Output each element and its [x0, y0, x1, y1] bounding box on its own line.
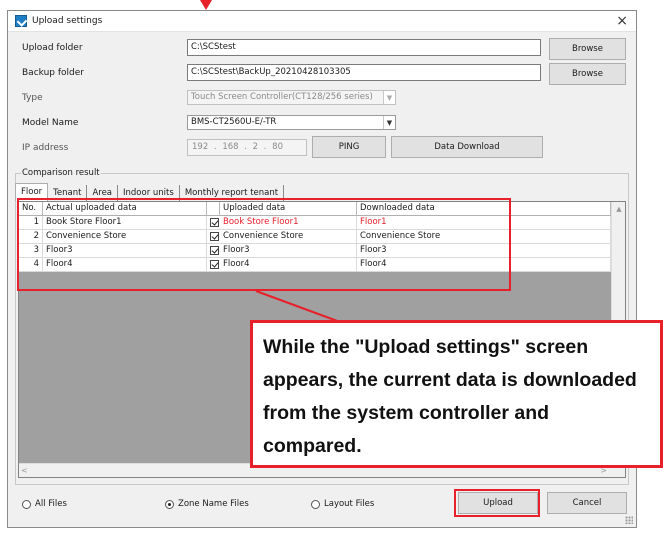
annotation-callout: While the "Upload settings" screen appea…: [250, 320, 663, 468]
annotation-text: While the "Upload settings" screen appea…: [263, 336, 637, 457]
